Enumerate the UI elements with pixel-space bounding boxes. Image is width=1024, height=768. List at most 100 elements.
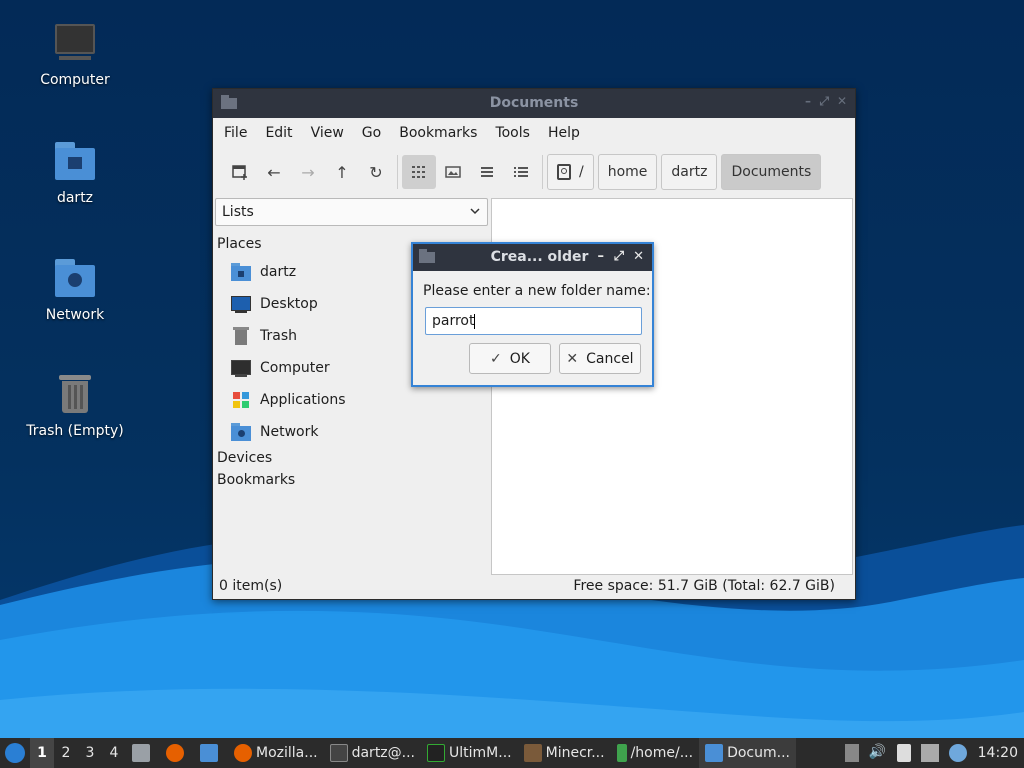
breadcrumb-label: / xyxy=(579,164,584,180)
home-folder-icon xyxy=(231,262,251,282)
input-text: parrot xyxy=(432,313,475,329)
detailed-list-view-icon[interactable] xyxy=(504,155,538,189)
desktop-icon-label: dartz xyxy=(56,190,94,206)
update-notifier-icon[interactable] xyxy=(948,744,967,762)
free-space: Free space: 51.7 GiB (Total: 62.7 GiB) xyxy=(573,578,835,594)
desktop-icon-trash[interactable]: Trash (Empty) xyxy=(10,373,140,439)
bookmarks-header[interactable]: Bookmarks xyxy=(217,472,490,488)
menu-file[interactable]: File xyxy=(215,125,256,141)
task-ultimmc[interactable]: UltimM... xyxy=(421,738,518,768)
up-arrow-icon[interactable]: ↑ xyxy=(325,155,359,189)
network-status-icon[interactable] xyxy=(920,744,939,762)
compact-view-icon[interactable] xyxy=(470,155,504,189)
task-label: UltimM... xyxy=(449,745,512,761)
place-label: dartz xyxy=(260,264,297,280)
chevron-down-icon xyxy=(469,205,481,221)
ok-label: OK xyxy=(509,350,530,367)
window-title: Documents xyxy=(489,95,579,111)
network-folder-icon xyxy=(231,422,251,442)
menu-bookmarks[interactable]: Bookmarks xyxy=(390,125,486,141)
task-minecraft[interactable]: Minecr... xyxy=(518,738,611,768)
folder-task-icon xyxy=(705,744,724,762)
thumbnail-view-icon[interactable] xyxy=(436,155,470,189)
menu-go[interactable]: Go xyxy=(353,125,390,141)
breadcrumb-documents[interactable]: Documents xyxy=(721,154,822,190)
back-arrow-icon[interactable]: ← xyxy=(257,155,291,189)
minimize-icon[interactable]: – xyxy=(598,249,605,264)
file-manager-launcher-icon xyxy=(132,744,150,762)
toolbar-separator xyxy=(542,155,543,189)
firefox-icon xyxy=(166,744,184,762)
taskbar: 1 2 3 4 Mozilla... dartz@... UltimM... M… xyxy=(0,738,1024,768)
firefox-icon xyxy=(234,744,252,762)
workspace-3[interactable]: 3 xyxy=(78,745,102,761)
desktop-icon-computer[interactable]: Computer xyxy=(10,22,140,88)
maximize-icon[interactable]: ⤢ xyxy=(614,249,624,264)
launcher-firefox[interactable] xyxy=(160,738,194,768)
icon-view-icon[interactable] xyxy=(402,155,436,189)
item-count: 0 item(s) xyxy=(219,578,283,594)
folder-name-input[interactable]: parrot xyxy=(425,307,642,335)
task-terminal[interactable]: dartz@... xyxy=(324,738,421,768)
text-cursor xyxy=(474,313,476,329)
place-network[interactable]: Network xyxy=(215,416,490,448)
task-home-editor[interactable]: /home/... xyxy=(611,738,699,768)
task-mozilla[interactable]: Mozilla... xyxy=(228,738,324,768)
desktop-icon-label: Trash (Empty) xyxy=(26,423,124,439)
new-tab-icon[interactable] xyxy=(223,155,257,189)
dialog-titlebar[interactable]: Crea... older – ⤢ ✕ xyxy=(413,244,652,271)
text-editor-icon xyxy=(616,744,627,762)
menu-edit[interactable]: Edit xyxy=(256,125,301,141)
check-icon: ✓ xyxy=(490,350,502,367)
minimize-icon[interactable]: – xyxy=(805,94,811,108)
workspace-2[interactable]: 2 xyxy=(54,745,78,761)
forward-arrow-icon[interactable]: → xyxy=(291,155,325,189)
breadcrumb-root[interactable]: / xyxy=(547,154,594,190)
breadcrumb-dartz[interactable]: dartz xyxy=(661,154,718,190)
app-menu-button[interactable] xyxy=(0,738,30,768)
desktop-icon-label: Network xyxy=(45,307,105,323)
task-documents[interactable]: Docum... xyxy=(699,738,796,768)
eject-icon[interactable] xyxy=(844,744,859,762)
breadcrumb-home[interactable]: home xyxy=(597,154,658,190)
menu-help[interactable]: Help xyxy=(539,125,589,141)
launcher-folder[interactable] xyxy=(194,738,228,768)
trash-icon xyxy=(231,326,251,346)
reload-icon[interactable]: ↻ xyxy=(359,155,393,189)
status-bar: 0 item(s) Free space: 51.7 GiB (Total: 6… xyxy=(213,575,855,599)
cancel-button[interactable]: ✕ Cancel xyxy=(559,343,641,374)
menu-view[interactable]: View xyxy=(302,125,353,141)
clock[interactable]: 14:20 xyxy=(978,745,1018,761)
desktop-icon-label: Computer xyxy=(40,72,110,88)
workspace-1[interactable]: 1 xyxy=(30,738,54,768)
close-icon[interactable]: ✕ xyxy=(633,249,644,264)
ok-button[interactable]: ✓ OK xyxy=(469,343,551,374)
launcher-files[interactable] xyxy=(126,738,160,768)
volume-icon[interactable]: 🔊 xyxy=(869,744,887,762)
close-icon[interactable]: ✕ xyxy=(837,94,847,108)
workspace-4[interactable]: 4 xyxy=(102,745,126,761)
clipboard-icon[interactable] xyxy=(896,744,911,762)
place-label: Network xyxy=(260,424,319,440)
side-pane-mode-select[interactable]: Lists xyxy=(215,198,488,226)
place-label: Computer xyxy=(260,360,330,376)
select-value: Lists xyxy=(222,204,254,220)
task-label: Mozilla... xyxy=(256,745,318,761)
desktop-icon-home[interactable]: dartz xyxy=(10,140,140,206)
place-label: Applications xyxy=(260,392,346,408)
devices-header[interactable]: Devices xyxy=(217,450,490,466)
network-folder-icon xyxy=(53,257,97,301)
create-folder-dialog: Crea... older – ⤢ ✕ Please enter a new f… xyxy=(411,242,654,387)
menu-tools[interactable]: Tools xyxy=(486,125,539,141)
place-label: Desktop xyxy=(260,296,318,312)
maximize-icon[interactable]: ⤢ xyxy=(819,94,829,109)
place-applications[interactable]: Applications xyxy=(215,384,490,416)
folder-launcher-icon xyxy=(200,744,218,762)
x-icon: ✕ xyxy=(566,350,579,367)
dialog-prompt: Please enter a new folder name: xyxy=(423,283,651,299)
desktop-icon-network[interactable]: Network xyxy=(10,257,140,323)
parrot-logo-icon xyxy=(5,743,25,763)
task-label: Minecr... xyxy=(545,745,605,761)
task-label: Docum... xyxy=(727,745,790,761)
window-titlebar[interactable]: Documents – ⤢ ✕ xyxy=(213,89,855,118)
